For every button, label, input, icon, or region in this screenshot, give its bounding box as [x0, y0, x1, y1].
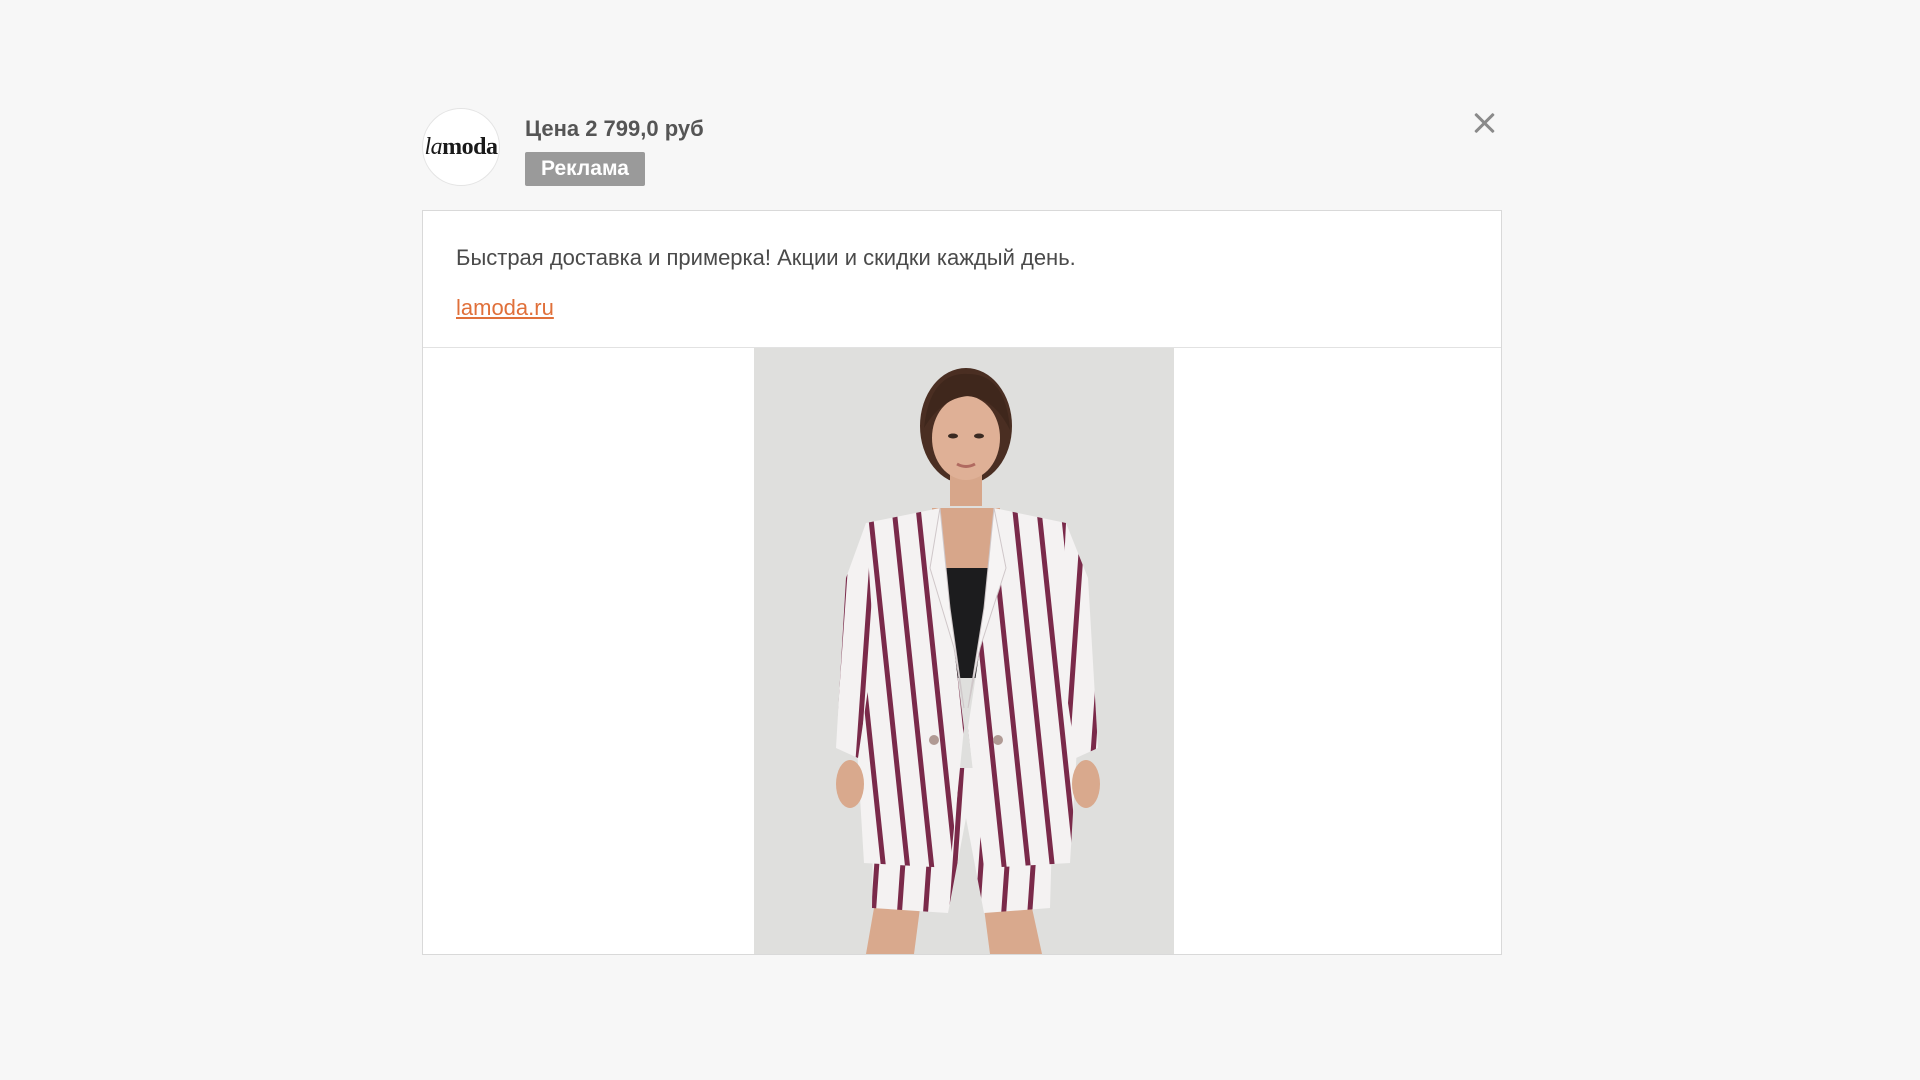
advertiser-avatar[interactable]: lamoda	[422, 108, 500, 186]
product-photo[interactable]	[754, 348, 1174, 954]
close-icon[interactable]	[1472, 110, 1498, 136]
ad-badge: Реклама	[525, 152, 645, 186]
price-text: Цена 2 799,0 руб	[525, 116, 704, 141]
logo-suffix: moda	[442, 133, 498, 160]
ad-image-area	[423, 348, 1501, 954]
logo-prefix: la	[424, 133, 443, 160]
ad-header: lamoda Цена 2 799,0 руб Реклама	[422, 108, 1502, 188]
ad-link[interactable]: lamoda.ru	[456, 295, 554, 321]
ad-stage: lamoda Цена 2 799,0 руб Реклама Быстрая …	[0, 0, 1920, 1080]
ad-card[interactable]: Быстрая доставка и примерка! Акции и ски…	[422, 210, 1502, 955]
lamoda-logo: lamoda	[424, 133, 498, 161]
ad-text-block: Быстрая доставка и примерка! Акции и ски…	[423, 211, 1501, 348]
ad-description: Быстрая доставка и примерка! Акции и ски…	[456, 245, 1076, 270]
